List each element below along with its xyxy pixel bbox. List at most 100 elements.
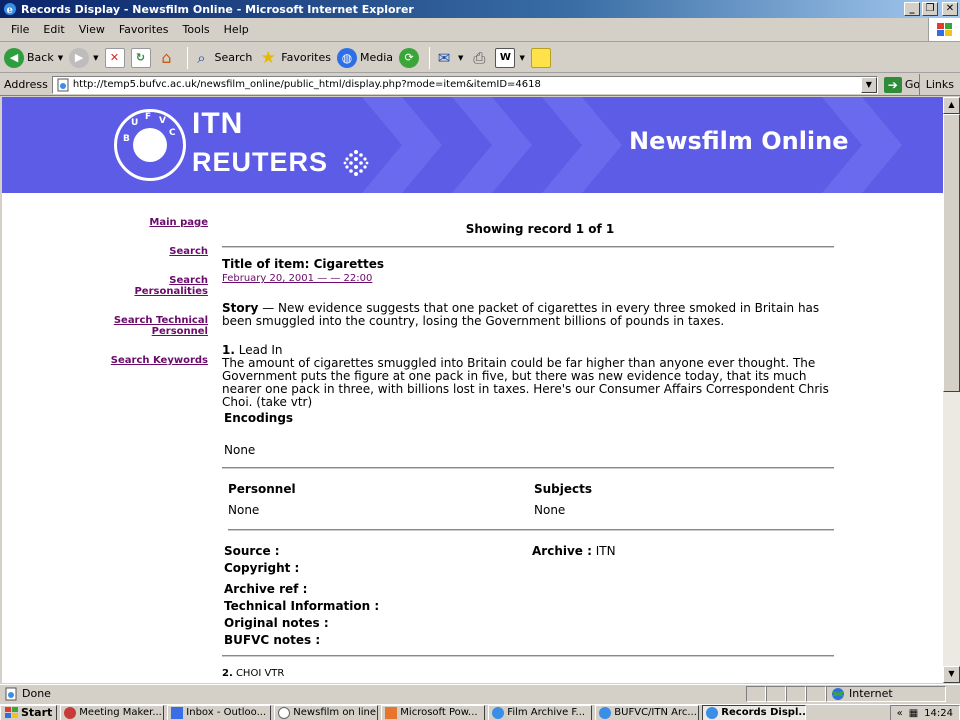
nav-search-keywords[interactable]: Search Keywords (102, 355, 208, 366)
links-button[interactable]: Links (918, 74, 960, 95)
page-icon (57, 78, 69, 91)
network-icon[interactable]: ▦ (909, 708, 918, 719)
source-label: Source : (224, 544, 280, 558)
task-label: Newsfilm on line (293, 707, 376, 718)
discuss-button[interactable] (530, 47, 551, 68)
nav-search-technical-personnel[interactable]: Search Technical Personnel (102, 315, 208, 337)
printer-icon: ⎙ (473, 48, 486, 67)
back-button[interactable]: ◀ Back ▼ (4, 47, 63, 68)
divider (222, 655, 834, 657)
record-panel: Showing record 1 of 1 Title of item: Cig… (222, 217, 842, 680)
history-button[interactable]: ⟳ (399, 47, 420, 68)
history-icon: ⟳ (399, 47, 420, 68)
status-cell (806, 685, 826, 702)
chevron-down-icon[interactable]: ▼ (519, 54, 524, 62)
edit-button[interactable]: W ▼ (495, 47, 525, 68)
chevron-down-icon[interactable]: ▼ (860, 76, 877, 93)
archive-value: ITN (591, 544, 616, 558)
menu-help[interactable]: Help (217, 23, 256, 36)
status-text: Done (22, 687, 51, 700)
item-date-link[interactable]: February 20, 2001 — — 22:00 (222, 272, 372, 285)
section-1-text: The amount of cigarettes smuggled into B… (222, 356, 829, 409)
task-meeting-maker[interactable]: Meeting Maker... (60, 704, 165, 720)
go-button[interactable]: ➔ Go (883, 76, 920, 93)
minimize-button[interactable]: _ (904, 2, 920, 16)
section-name: Lead In (234, 343, 283, 357)
task-records-display[interactable]: Records Displ... (702, 704, 807, 720)
note-icon (530, 47, 551, 68)
nav-main-page[interactable]: Main page (102, 217, 208, 228)
vertical-scrollbar[interactable]: ▲ ▼ (943, 97, 960, 683)
close-button[interactable]: ✕ (942, 2, 958, 16)
story-label: Story (222, 301, 259, 315)
favorites-button[interactable]: ★ Favorites (258, 48, 331, 68)
chevron-down-icon[interactable]: ▼ (93, 54, 98, 62)
chevron-decoration (542, 97, 622, 193)
logo-disc-icon (133, 128, 167, 162)
left-nav: Main page Search Search Personalities Se… (102, 217, 208, 384)
section-2-heading: 2. CHOI VTR (222, 667, 842, 680)
original-notes-label: Original notes : (224, 616, 329, 630)
go-arrow-icon: ➔ (883, 76, 902, 93)
media-button[interactable]: ◍ Media (337, 47, 393, 68)
print-button[interactable]: ⎙ (469, 48, 489, 68)
archive-label: Archive : (532, 544, 592, 558)
task-powerpoint[interactable]: Microsoft Pow... (381, 704, 486, 720)
page-viewport: B U F V C ITN REUTERS Newsfilm Online Ma… (2, 97, 943, 683)
nav-search[interactable]: Search (102, 246, 208, 257)
menu-view[interactable]: View (72, 23, 112, 36)
divider (222, 246, 834, 248)
taskbar: Start Meeting Maker... Inbox - Outloo...… (0, 704, 960, 720)
window-title-bar: e Records Display - Newsfilm Online - Mi… (0, 0, 960, 18)
svg-text:e: e (7, 5, 13, 16)
scroll-up-button[interactable]: ▲ (943, 97, 960, 114)
refresh-button[interactable]: ↻ (130, 47, 151, 68)
globe-icon: ◍ (337, 47, 357, 68)
nav-search-personalities[interactable]: Search Personalities (126, 275, 208, 297)
task-bufvc-itn[interactable]: BUFVC/ITN Arc... (595, 704, 700, 720)
task-film-archive[interactable]: Film Archive F... (488, 704, 593, 720)
status-cell (786, 685, 806, 702)
task-newsfilm[interactable]: Newsfilm on line (274, 704, 379, 720)
home-button[interactable]: ⌂ (157, 48, 177, 68)
menu-favorites[interactable]: Favorites (112, 23, 176, 36)
technical-info-label: Technical Information : (224, 599, 380, 613)
maximize-button[interactable]: ❐ (922, 2, 938, 16)
task-outlook[interactable]: Inbox - Outloo... (167, 704, 272, 720)
chevron-down-icon[interactable]: ▼ (58, 54, 63, 62)
scroll-thumb[interactable] (943, 114, 960, 392)
search-button[interactable]: ⌕ Search (192, 48, 252, 68)
address-input[interactable]: http://temp5.bufvc.ac.uk/newsfilm_online… (51, 75, 878, 94)
app-icon (278, 706, 291, 719)
divider (228, 529, 834, 531)
ie-icon (706, 706, 719, 719)
chevron-decoration (362, 97, 442, 193)
itn-logo: ITN (192, 107, 244, 140)
task-label: Film Archive F... (507, 707, 586, 718)
stop-button[interactable]: ✕ (104, 47, 125, 68)
forward-button[interactable]: ▶ ▼ (69, 47, 99, 68)
ie-icon (599, 706, 612, 719)
menu-tools[interactable]: Tools (176, 23, 217, 36)
tray-expand-icon[interactable]: « (897, 708, 903, 719)
copyright-label: Copyright : (224, 561, 300, 575)
logo-letter: V (159, 116, 166, 126)
start-label: Start (21, 706, 53, 719)
star-icon: ★ (260, 47, 276, 68)
search-icon: ⌕ (197, 48, 206, 67)
scroll-down-button[interactable]: ▼ (943, 666, 960, 683)
home-icon: ⌂ (161, 48, 172, 67)
system-tray: « ▦ 14:24 (889, 705, 960, 720)
personnel-label: Personnel (228, 482, 296, 496)
start-button[interactable]: Start (0, 704, 58, 720)
mail-button[interactable]: ✉ ▼ (434, 48, 464, 68)
encodings-label: Encodings (224, 411, 294, 425)
subjects-label: Subjects (534, 482, 593, 496)
story: Story — New evidence suggests that one p… (222, 302, 842, 328)
toolbar: ◀ Back ▼ ▶ ▼ ✕ ↻ ⌂ ⌕ Search ★ Favorites … (0, 43, 960, 73)
menu-file[interactable]: File (4, 23, 36, 36)
chevron-down-icon[interactable]: ▼ (458, 54, 463, 62)
address-label: Address (4, 78, 48, 91)
powerpoint-icon (385, 706, 398, 719)
menu-edit[interactable]: Edit (36, 23, 71, 36)
